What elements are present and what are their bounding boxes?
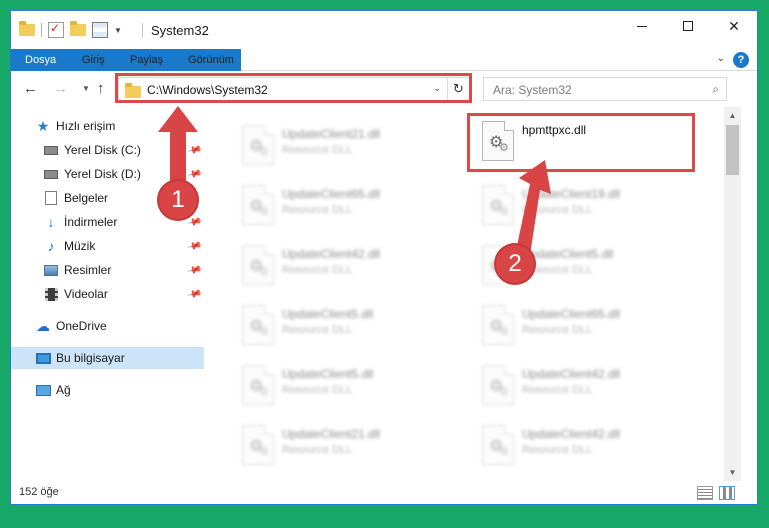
annotation-arrows: [158, 106, 551, 268]
step-2-badge: 2: [496, 245, 534, 283]
arrow-1: [158, 106, 198, 190]
step-1-badge: 1: [159, 181, 197, 219]
